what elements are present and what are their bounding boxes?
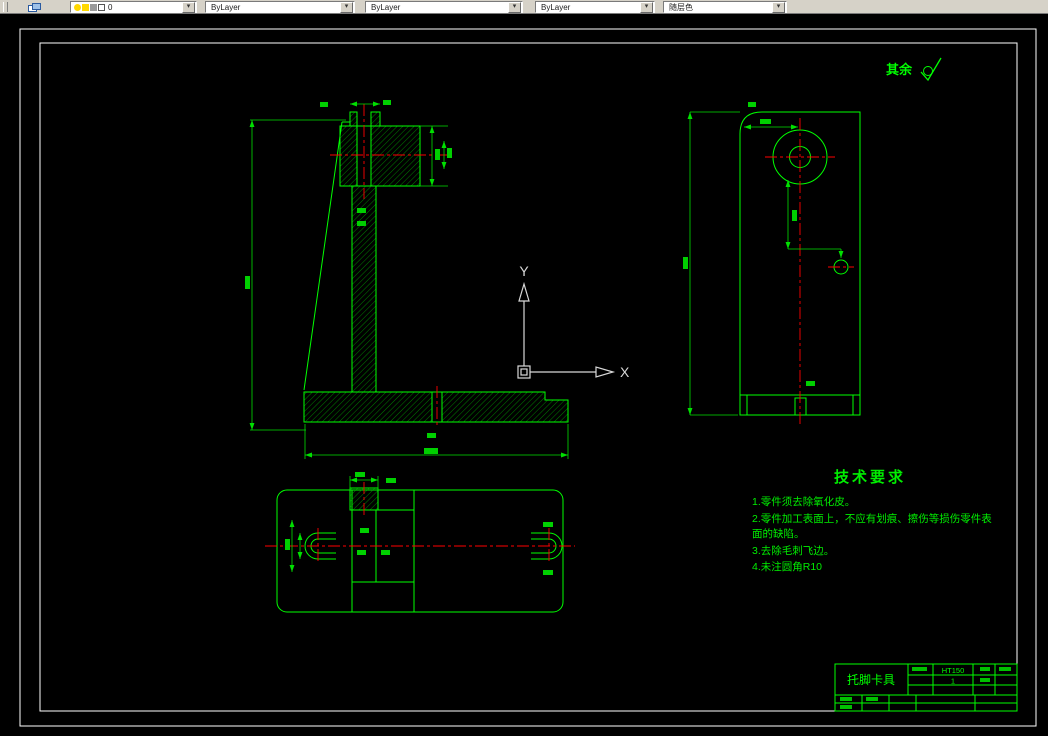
color-value: ByLayer	[211, 2, 241, 12]
gusset-slant-edge[interactable]	[303, 121, 343, 391]
y-axis-arrowhead	[518, 281, 530, 302]
x-axis-label: X	[620, 364, 630, 380]
tech-requirement-item: 2.零件加工表面上，不应有划痕、擦伤等损伤零件表面的缺陷。	[752, 512, 992, 541]
lineweight-value: ByLayer	[541, 2, 571, 12]
surface-note-text: 其余	[886, 62, 913, 77]
part-name: 托脚卡具	[847, 672, 895, 687]
tech-requirements-list: 1.零件须去除氧化皮。 2.零件加工表面上，不应有划痕、擦伤等损伤零件表面的缺陷…	[752, 495, 992, 576]
roughness-symbol-icon	[920, 57, 942, 82]
layer-lock-icon	[90, 3, 97, 11]
layer-on-icon	[74, 3, 81, 11]
tech-requirements[interactable]: 技术要求 1.零件须去除氧化皮。 2.零件加工表面上，不应有划痕、擦伤等损伤零件…	[752, 466, 992, 577]
layer-control-combo[interactable]: 0 ▾	[70, 1, 197, 13]
front-view[interactable]	[245, 100, 569, 459]
side-centerlines[interactable]	[765, 118, 854, 425]
ucs-icon: Y X	[517, 263, 630, 380]
properties-toolbar: 0 ▾ ByLayer ▾ ByLayer ▾ ByLayer ▾ 随层色 ▾	[0, 0, 1048, 14]
chevron-down-icon[interactable]: ▾	[640, 1, 653, 13]
layer-manager-button[interactable]	[24, 1, 44, 13]
top-centerlines[interactable]	[265, 482, 575, 564]
linetype-value: ByLayer	[371, 2, 401, 12]
layer-name-value: 0	[108, 2, 113, 12]
y-axis-label: Y	[519, 263, 529, 279]
chevron-down-icon[interactable]: ▾	[508, 1, 521, 13]
side-outline[interactable]	[739, 111, 861, 416]
tech-requirement-item: 4.未注圆角R10	[752, 561, 823, 573]
toolbar-grip[interactable]	[3, 2, 8, 12]
plotstyle-control-combo[interactable]: 随层色 ▾	[663, 1, 787, 13]
chevron-down-icon[interactable]: ▾	[772, 1, 785, 13]
side-view-dimensions[interactable]	[683, 102, 844, 416]
quantity: 1	[951, 677, 955, 686]
tech-requirements-title: 技术要求	[834, 469, 907, 486]
title-block[interactable]: 托脚卡具 HT150 1	[834, 663, 1018, 712]
lineweight-control-combo[interactable]: ByLayer ▾	[535, 1, 655, 13]
side-view[interactable]	[683, 102, 861, 425]
surface-roughness-note[interactable]: 其余	[886, 57, 942, 82]
linetype-control-combo[interactable]: ByLayer ▾	[365, 1, 523, 13]
top-outline[interactable]	[276, 489, 564, 613]
tech-requirement-item: 3.去除毛刺飞边。	[752, 544, 835, 557]
layer-thaw-icon	[82, 3, 89, 11]
tech-requirement-item: 1.零件须去除氧化皮。	[752, 496, 856, 508]
chevron-down-icon[interactable]: ▾	[340, 1, 353, 13]
color-control-combo[interactable]: ByLayer ▾	[205, 1, 355, 13]
plotstyle-value: 随层色	[669, 2, 693, 12]
drawing-canvas[interactable]: Y X 其余 托脚卡具 HT150 1	[0, 14, 1048, 736]
layer-color-icon	[98, 3, 105, 11]
material: HT150	[942, 666, 965, 675]
x-axis-arrowhead	[595, 366, 616, 378]
layers-icon	[28, 2, 41, 12]
top-view-dimensions[interactable]	[285, 472, 553, 575]
chevron-down-icon[interactable]: ▾	[182, 1, 195, 13]
top-view[interactable]	[265, 472, 575, 613]
